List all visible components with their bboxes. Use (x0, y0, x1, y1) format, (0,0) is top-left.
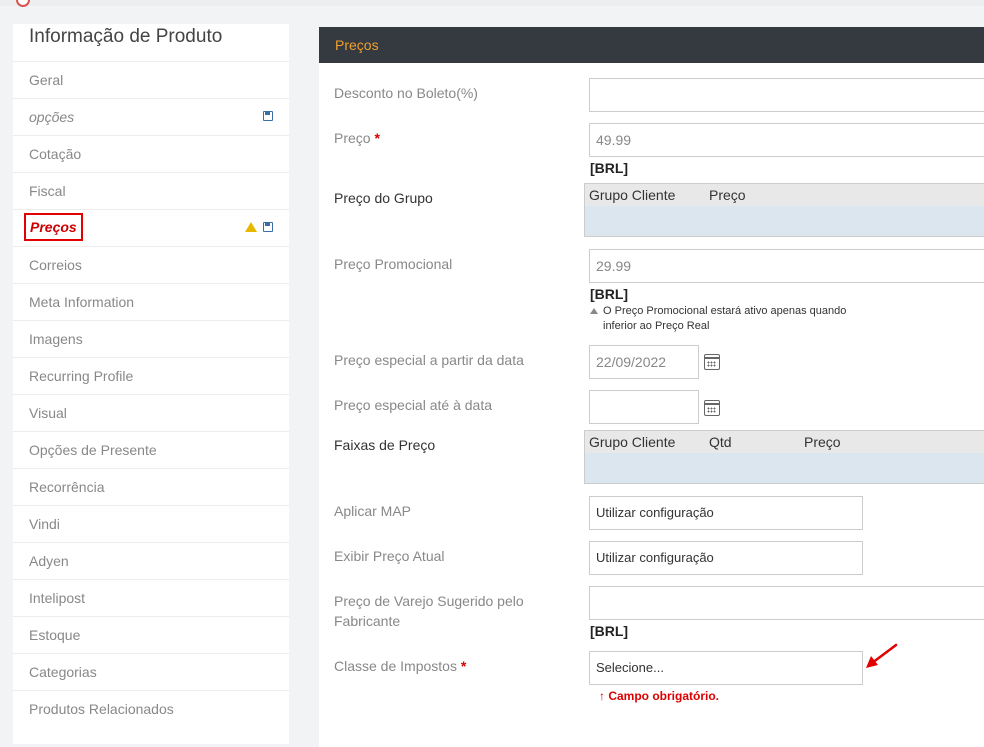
sidebar-item-label: opções (29, 109, 75, 125)
sidebar-item-fiscal[interactable]: Fiscal (13, 172, 289, 209)
sidebar-item-categorias[interactable]: Categorias (13, 653, 289, 690)
note-text: O Preço Promocional estará ativo apenas … (603, 305, 847, 332)
calendar-icon[interactable] (704, 354, 720, 370)
preco-promocional-note: O Preço Promocional estará ativo apenas … (590, 304, 850, 334)
prices-panel: Preços Desconto no Boleto(%) Preço * 49.… (319, 27, 984, 747)
sidebar-item-label: Categorias (29, 664, 97, 680)
sidebar-item-recorrencia[interactable]: Recorrência (13, 468, 289, 505)
currency-label: [BRL] (590, 286, 629, 302)
required-marker: * (374, 130, 380, 146)
sidebar-item-intelipost[interactable]: Intelipost (13, 579, 289, 616)
preco-label-text: Preço (334, 130, 371, 146)
table-header: Grupo Cliente Qtd Preço (585, 431, 984, 453)
desconto-boleto-input[interactable] (589, 78, 984, 112)
required-marker: * (460, 658, 467, 674)
sidebar-item-label: Vindi (29, 516, 60, 532)
column-header-preco: Preço (709, 187, 746, 203)
column-header-qtd: Qtd (709, 434, 732, 450)
column-header-grupo-cliente: Grupo Cliente (589, 187, 676, 203)
sidebar-item-label: Fiscal (29, 183, 66, 199)
error-message: ↑ Campo obrigatório. (599, 689, 719, 703)
sidebar-item-label: Recurring Profile (29, 368, 134, 384)
sidebar-item-visual[interactable]: Visual (13, 394, 289, 431)
sidebar-item-vindi[interactable]: Vindi (13, 505, 289, 542)
sidebar-item-recurring-profile[interactable]: Recurring Profile (13, 357, 289, 394)
preco-input[interactable]: 49.99 (589, 123, 984, 157)
preco-label: Preço * (334, 128, 554, 148)
arrow-up-icon: ↑ (599, 689, 605, 703)
preco-especial-ate-label: Preço especial até à data (334, 397, 492, 413)
preco-varejo-input[interactable] (589, 586, 984, 620)
sidebar: Informação de Produto Geral opções Cotaç… (13, 24, 289, 744)
exibir-preco-atual-label: Exibir Preço Atual (334, 548, 445, 564)
sidebar-item-cotacao[interactable]: Cotação (13, 135, 289, 172)
sidebar-item-opcoes[interactable]: opções (13, 98, 289, 135)
classe-impostos-label: Classe de Impostos * (334, 656, 554, 676)
faixas-preco-label: Faixas de Preço (334, 437, 436, 453)
sidebar-item-label: Preços (24, 213, 83, 241)
error-text: Campo obrigatório. (608, 689, 720, 703)
top-strip (0, 0, 984, 6)
sidebar-item-label: Intelipost (29, 590, 86, 606)
sidebar-item-label: Imagens (29, 331, 83, 347)
sidebar-item-opcoes-presente[interactable]: Opções de Presente (13, 431, 289, 468)
sidebar-item-correios[interactable]: Correios (13, 246, 289, 283)
classe-impostos-label-text: Classe de Impostos (334, 658, 457, 674)
column-header-grupo-cliente: Grupo Cliente (589, 434, 676, 450)
sidebar-item-label: Estoque (29, 627, 81, 643)
save-icon (263, 111, 273, 121)
sidebar-item-precos[interactable]: Preços (13, 209, 289, 246)
sidebar-item-label: Cotação (29, 146, 82, 162)
sidebar-item-label: Meta Information (29, 294, 135, 310)
panel-title: Preços (319, 27, 984, 63)
preco-promocional-input[interactable]: 29.99 (589, 249, 984, 283)
calendar-icon[interactable] (704, 400, 720, 416)
sidebar-item-label: Produtos Relacionados (29, 701, 174, 717)
sidebar-item-label: Recorrência (29, 479, 105, 495)
sidebar-item-label: Adyen (29, 553, 69, 569)
sidebar-item-geral[interactable]: Geral (13, 61, 289, 98)
sidebar-item-label: Visual (29, 405, 67, 421)
preco-especial-ate-input[interactable] (589, 390, 699, 424)
preco-promocional-label: Preço Promocional (334, 256, 453, 272)
warning-icon (245, 222, 257, 232)
currency-label: [BRL] (590, 623, 629, 639)
table-body (585, 206, 984, 236)
table-body (585, 453, 984, 483)
sidebar-item-label: Opções de Presente (29, 442, 157, 458)
sidebar-item-meta-information[interactable]: Meta Information (13, 283, 289, 320)
classe-impostos-select[interactable]: Selecione... (589, 651, 863, 685)
sidebar-item-produtos-relacionados[interactable]: Produtos Relacionados (13, 690, 289, 727)
sidebar-item-label: Geral (29, 72, 64, 88)
column-header-preco: Preço (804, 434, 841, 450)
aplicar-map-select[interactable]: Utilizar configuração (589, 496, 863, 530)
exibir-preco-atual-select[interactable]: Utilizar configuração (589, 541, 863, 575)
sidebar-item-estoque[interactable]: Estoque (13, 616, 289, 653)
aplicar-map-label: Aplicar MAP (334, 503, 412, 519)
preco-grupo-table: Grupo Cliente Preço (584, 183, 984, 237)
sidebar-item-imagens[interactable]: Imagens (13, 320, 289, 357)
note-arrow-icon (590, 308, 598, 314)
sidebar-title: Informação de Produto (13, 24, 289, 61)
preco-grupo-label: Preço do Grupo (334, 190, 433, 206)
sidebar-item-label: Correios (29, 257, 82, 273)
save-icon (263, 222, 273, 232)
desconto-boleto-label: Desconto no Boleto(%) (334, 85, 478, 101)
preco-varejo-label: Preço de Varejo Sugerido pelo Fabricante (334, 593, 524, 629)
faixas-preco-table: Grupo Cliente Qtd Preço (584, 430, 984, 484)
table-header: Grupo Cliente Preço (585, 184, 984, 206)
sidebar-item-adyen[interactable]: Adyen (13, 542, 289, 579)
preco-especial-de-label: Preço especial a partir da data (334, 352, 524, 368)
currency-label: [BRL] (590, 160, 629, 176)
preco-especial-de-input[interactable]: 22/09/2022 (589, 345, 699, 379)
red-arrow-annotation-icon (866, 643, 898, 668)
